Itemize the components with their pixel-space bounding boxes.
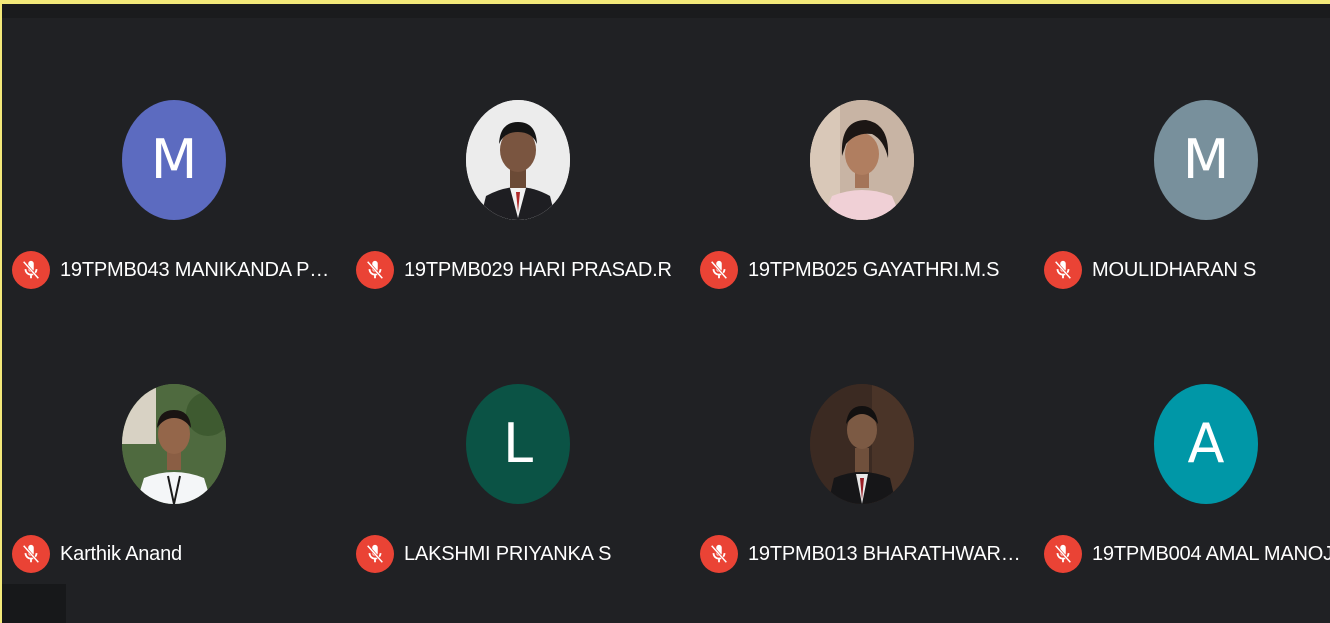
avatar: L <box>466 384 570 504</box>
microphone-off-icon <box>12 251 50 289</box>
microphone-off-icon <box>700 251 738 289</box>
avatar-initial: M <box>1182 128 1230 191</box>
participant-name-row: LAKSHMI PRIYANKA S <box>356 534 686 574</box>
avatar-initial: A <box>1187 412 1225 475</box>
participant-name-row: 19TPMB029 HARI PRASAD.R <box>356 250 686 290</box>
participant-name-row: MOULIDHARAN S <box>1044 250 1330 290</box>
participant-tile[interactable]: 19TPMB025 GAYATHRI.M.S <box>690 4 1034 290</box>
self-view-placeholder[interactable] <box>2 584 66 623</box>
avatar-photo <box>810 100 914 220</box>
participant-name: Karthik Anand <box>60 542 182 565</box>
microphone-off-icon <box>1044 535 1082 573</box>
avatar-photo <box>810 384 914 504</box>
participant-name: 19TPMB029 HARI PRASAD.R <box>404 258 672 281</box>
microphone-off-icon <box>12 535 50 573</box>
avatar-photo <box>466 100 570 220</box>
participant-name: 19TPMB025 GAYATHRI.M.S <box>748 258 1000 281</box>
avatar-photo <box>122 384 226 504</box>
participant-name: MOULIDHARAN S <box>1092 258 1257 281</box>
participant-name: 19TPMB013 BHARATHWARAJ.M <box>748 542 1030 565</box>
participant-name-row: 19TPMB043 MANIKANDA PRAT… <box>12 250 342 290</box>
participant-tile[interactable]: 19TPMB029 HARI PRASAD.R <box>346 4 690 290</box>
participant-name-row: 19TPMB013 BHARATHWARAJ.M <box>700 534 1030 574</box>
meeting-grid: M 19TPMB043 MANIKANDA PRAT… 19TPMB029 HA… <box>2 4 1330 623</box>
participant-tile[interactable]: A 19TPMB004 AMAL MANOJ <box>1034 288 1330 574</box>
avatar: M <box>1154 100 1258 220</box>
participant-tile[interactable]: 19TPMB013 BHARATHWARAJ.M <box>690 288 1034 574</box>
avatar-initial: M <box>150 128 198 191</box>
microphone-off-icon <box>700 535 738 573</box>
participant-name-row: 19TPMB004 AMAL MANOJ <box>1044 534 1330 574</box>
participant-tile[interactable]: M MOULIDHARAN S <box>1034 4 1330 290</box>
participant-name-row: Karthik Anand <box>12 534 342 574</box>
participant-name-row: 19TPMB025 GAYATHRI.M.S <box>700 250 1030 290</box>
avatar: A <box>1154 384 1258 504</box>
participant-tile[interactable]: L LAKSHMI PRIYANKA S <box>346 288 690 574</box>
participant-tile[interactable]: Karthik Anand <box>2 288 346 574</box>
avatar-initial: L <box>502 412 534 475</box>
microphone-off-icon <box>356 251 394 289</box>
participant-name: 19TPMB043 MANIKANDA PRAT… <box>60 258 342 281</box>
participant-tile[interactable]: M 19TPMB043 MANIKANDA PRAT… <box>2 4 346 290</box>
microphone-off-icon <box>356 535 394 573</box>
participant-name: 19TPMB004 AMAL MANOJ <box>1092 542 1330 565</box>
microphone-off-icon <box>1044 251 1082 289</box>
participant-name: LAKSHMI PRIYANKA S <box>404 542 612 565</box>
avatar: M <box>122 100 226 220</box>
